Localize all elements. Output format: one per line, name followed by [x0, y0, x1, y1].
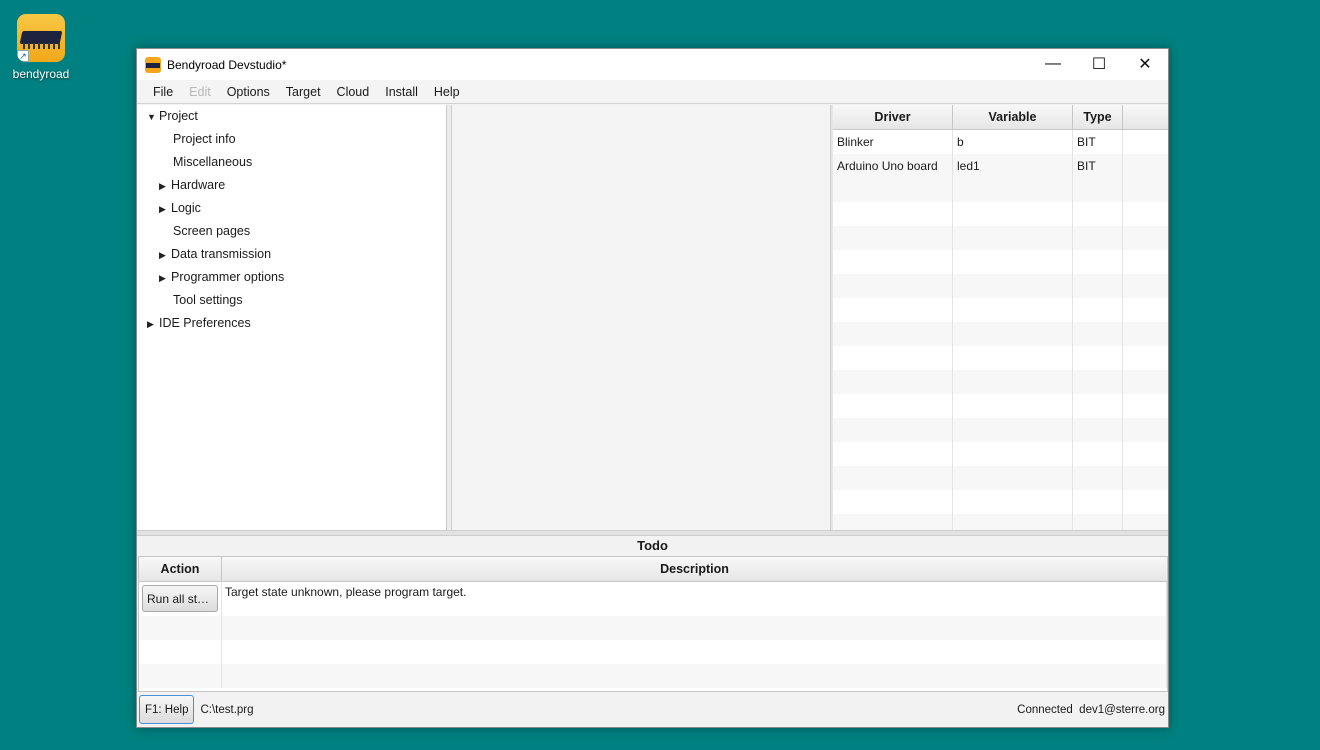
- tree-item-tool-settings[interactable]: Tool settings: [173, 289, 242, 312]
- desktop-icon-label: bendyroad: [12, 67, 70, 81]
- menu-edit: Edit: [189, 84, 211, 99]
- cell-variable: led1: [953, 154, 1073, 178]
- app-icon: [145, 56, 161, 73]
- connection-label: Connected: [1017, 703, 1073, 716]
- menu-install[interactable]: Install: [377, 85, 426, 99]
- table-row-empty: [833, 226, 1168, 250]
- todo-header: Action Description: [139, 557, 1167, 582]
- drivers-table: Driver Variable Type Blinker b BIT Ardui…: [833, 105, 1168, 530]
- column-header-description[interactable]: Description: [222, 557, 1167, 581]
- shortcut-arrow-icon: ↗: [17, 50, 29, 62]
- menu-bar: File Edit Options Target Cloud Install H…: [137, 80, 1168, 104]
- tree-item-miscellaneous[interactable]: Miscellaneous: [173, 151, 252, 174]
- chevron-right-icon[interactable]: ▶: [159, 198, 171, 221]
- editor-pane: [452, 105, 830, 530]
- project-path: C:\test.prg: [200, 703, 254, 716]
- menu-cloud[interactable]: Cloud: [329, 85, 378, 99]
- table-row-empty: [833, 178, 1168, 202]
- cell-variable: b: [953, 130, 1073, 154]
- table-row-empty: [833, 202, 1168, 226]
- user-label: dev1@sterre.org: [1079, 703, 1165, 716]
- project-tree: ▼ Project Project info Miscellaneous ▶ Har…: [137, 105, 447, 530]
- chevron-right-icon[interactable]: ▶: [159, 175, 171, 198]
- table-row[interactable]: Blinker b BIT: [833, 130, 1168, 154]
- table-row-empty: [833, 346, 1168, 370]
- table-row-empty: [833, 418, 1168, 442]
- bendyroad-app-icon[interactable]: ↗: [17, 14, 65, 62]
- desktop-shortcut[interactable]: ↗ bendyroad: [8, 12, 74, 81]
- minimize-button[interactable]: —: [1030, 49, 1076, 79]
- todo-title: Todo: [637, 538, 668, 553]
- column-header-type[interactable]: Type: [1073, 105, 1123, 129]
- status-bar: F1: Help C:\test.prg Connected dev1@ster…: [137, 692, 1168, 727]
- tree-item-project[interactable]: ▼ Project: [147, 105, 198, 128]
- tree-item-project-info[interactable]: Project info: [173, 128, 236, 151]
- window-title: Bendyroad Devstudio*: [167, 57, 287, 72]
- column-header-filler: [1123, 105, 1168, 129]
- menu-file[interactable]: File: [145, 85, 181, 99]
- cell-type: BIT: [1073, 154, 1123, 178]
- close-button[interactable]: ✕: [1122, 49, 1168, 79]
- run-all-steps-button[interactable]: Run all ste...: [142, 585, 218, 612]
- menu-target[interactable]: Target: [278, 85, 329, 99]
- table-row-empty: [833, 322, 1168, 346]
- table-row-empty: [833, 298, 1168, 322]
- tree-item-data-transmission[interactable]: ▶ Data transmission: [159, 243, 271, 266]
- chevron-right-icon[interactable]: ▶: [159, 267, 171, 290]
- table-row[interactable]: Arduino Uno board led1 BIT: [833, 154, 1168, 178]
- table-row-empty: [833, 442, 1168, 466]
- chevron-right-icon[interactable]: ▶: [159, 244, 171, 267]
- cell-driver: Blinker: [833, 130, 953, 154]
- todo-row: [139, 640, 1167, 664]
- help-button[interactable]: F1: Help: [139, 695, 195, 724]
- chevron-down-icon[interactable]: ▼: [147, 106, 159, 129]
- todo-row: [139, 616, 1167, 640]
- menu-help[interactable]: Help: [426, 85, 468, 99]
- chevron-right-icon[interactable]: ▶: [147, 313, 159, 336]
- tree-item-screen-pages[interactable]: Screen pages: [173, 220, 250, 243]
- menu-options[interactable]: Options: [219, 85, 278, 99]
- connection-status: Connected dev1@sterre.org: [1017, 704, 1165, 716]
- todo-row: [139, 664, 1167, 688]
- table-row-empty: [833, 490, 1168, 514]
- table-row-empty: [833, 274, 1168, 298]
- table-row-empty: [833, 466, 1168, 490]
- tree-item-ide-preferences[interactable]: ▶ IDE Preferences: [147, 312, 251, 335]
- app-window: Bendyroad Devstudio* — ☐ ✕ File Edit Opt…: [136, 48, 1169, 728]
- todo-table: Action Description Run all ste... Target…: [138, 556, 1168, 692]
- todo-description: Target state unknown, please program tar…: [222, 582, 1167, 616]
- minimize-icon: —: [1045, 55, 1061, 72]
- maximize-icon: ☐: [1091, 56, 1107, 73]
- table-row-empty: [833, 514, 1168, 530]
- tree-item-programmer-options[interactable]: ▶ Programmer options: [159, 266, 284, 289]
- table-row-empty: [833, 250, 1168, 274]
- maximize-button[interactable]: ☐: [1076, 49, 1122, 79]
- cell-type: BIT: [1073, 130, 1123, 154]
- tree-item-logic[interactable]: ▶ Logic: [159, 197, 201, 220]
- close-icon: ✕: [1138, 56, 1152, 73]
- tree-item-hardware[interactable]: ▶ Hardware: [159, 174, 225, 197]
- title-bar[interactable]: Bendyroad Devstudio* — ☐ ✕: [137, 49, 1168, 80]
- column-header-action[interactable]: Action: [139, 557, 222, 581]
- table-row-empty: [833, 394, 1168, 418]
- column-header-driver[interactable]: Driver: [833, 105, 953, 129]
- column-header-variable[interactable]: Variable: [953, 105, 1073, 129]
- todo-row: Run all ste... Target state unknown, ple…: [139, 582, 1167, 616]
- cell-driver: Arduino Uno board: [833, 154, 953, 178]
- table-header: Driver Variable Type: [833, 105, 1168, 130]
- table-row-empty: [833, 370, 1168, 394]
